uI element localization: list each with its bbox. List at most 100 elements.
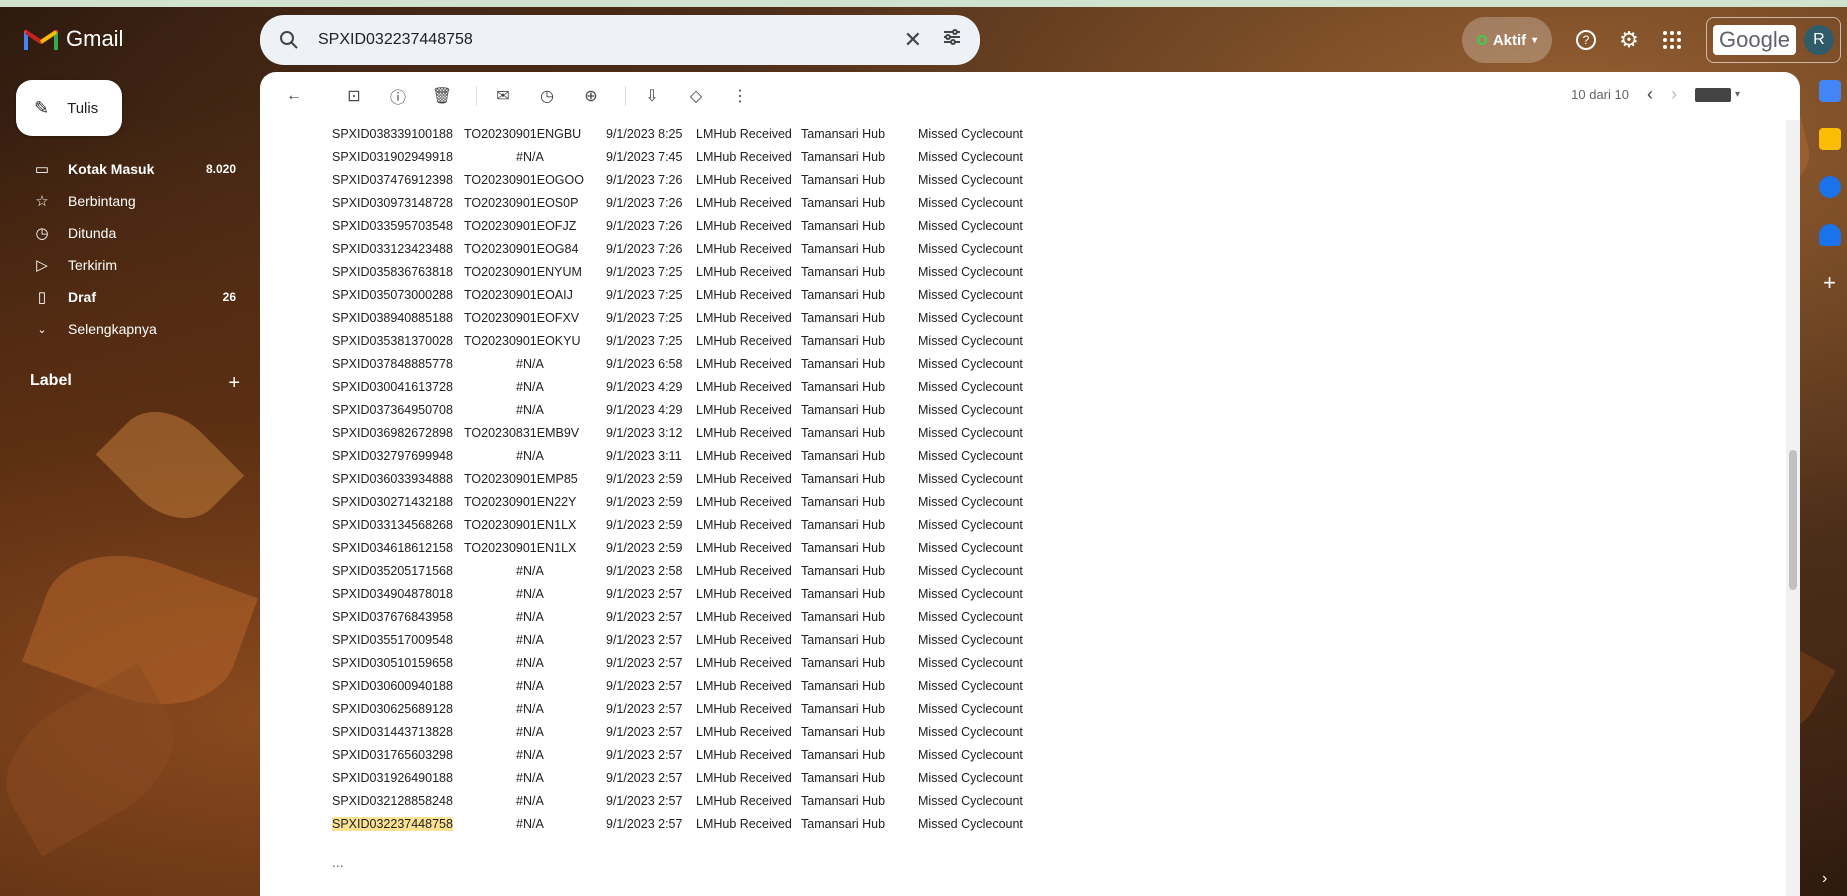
table-cell: SPXID035836763818 [332,264,453,279]
table-cell: #N/A [516,724,544,739]
table-cell: 9/1/2023 2:59 [606,471,683,486]
status-button[interactable]: Aktif ▾ [1462,17,1552,63]
table-row: SPXID031765603298 #N/A 9/1/2023 2:57 LMHub … [332,743,1038,766]
more-vert-icon[interactable]: ⋮ [722,78,758,114]
gear-icon[interactable]: ⚙ [1615,26,1643,54]
account-switcher[interactable]: Google R [1706,17,1841,63]
filter-options-icon[interactable] [942,27,962,53]
gmail-logo[interactable]: Gmail [24,26,123,52]
sidebar-item-label: Selengkapnya [68,321,157,337]
table-cell: TO20230901EOKYU [464,333,581,348]
table-cell: Tamansari Hub [801,747,886,762]
table-cell: SPXID032797699948 [332,448,453,463]
search-input[interactable]: SPXID032237448758 [318,31,884,49]
clock-icon: ◷ [35,225,49,242]
table-cell: LMHub Received [696,287,792,302]
keyboard-icon[interactable]: ▾ [1694,87,1740,102]
table-cell: LMHub Received [696,402,792,417]
table-cell: LMHub Received [696,172,792,187]
add-task-icon[interactable]: ⊕ [573,78,609,114]
table-cell: #N/A [516,586,544,601]
sidebar-nav: ▭ Kotak Masuk 8.020 ☆ Berbintang ◷ Ditun… [0,153,250,345]
table-cell: Tamansari Hub [801,241,886,256]
table-cell: Missed Cyclecount [918,471,1023,486]
table-cell: 9/1/2023 4:29 [606,379,683,394]
sidebar-item-label: Draf [68,289,97,305]
status-dot-icon [1476,35,1487,45]
keep-icon[interactable] [1818,128,1841,150]
sidebar-item-sent[interactable]: ▷ Terkirim [0,249,250,281]
table-row: SPXID030510159658 #N/A 9/1/2023 2:57 LMHub … [332,651,1038,674]
table-cell: Missed Cyclecount [918,494,1023,509]
star-icon: ☆ [35,193,49,210]
message-panel: ← ⊡ ⓘ 🗑 ✉ ◷ ⊕ ⇩ ◇ ⋮ 10 dari 10 ‹ › ▾ SPX… [260,72,1800,896]
table-cell: Missed Cyclecount [918,218,1023,233]
apps-grid-icon[interactable] [1658,26,1686,54]
avatar[interactable]: R [1803,25,1834,55]
table-cell: Tamansari Hub [801,540,886,555]
search-icon[interactable] [278,29,300,51]
table-cell: Tamansari Hub [801,471,886,486]
table-cell: SPXID034618612158 [332,540,453,555]
archive-icon[interactable]: ⊡ [336,78,372,114]
table-cell: 9/1/2023 2:57 [606,770,683,785]
mark-unread-icon[interactable]: ✉ [485,78,521,114]
move-to-icon[interactable]: ⇩ [634,78,670,114]
table-cell: Tamansari Hub [801,356,886,371]
table-cell: Tamansari Hub [801,310,886,325]
table-cell: Tamansari Hub [801,655,886,670]
table-cell: #N/A [516,609,544,624]
table-cell: SPXID037476912398 [332,172,453,187]
table-cell: LMHub Received [696,609,792,624]
sidebar-item-starred[interactable]: ☆ Berbintang [0,185,250,217]
table-cell: #N/A [516,747,544,762]
table-row: SPXID031926490188 #N/A 9/1/2023 2:57 LMHub … [332,766,1038,789]
sidebar-item-more[interactable]: ⌄ Selengkapnya [0,313,250,345]
contacts-icon[interactable] [1818,224,1841,246]
sidebar-item-inbox[interactable]: ▭ Kotak Masuk 8.020 [0,153,250,185]
sidebar-item-drafts[interactable]: ▯ Draf 26 [0,281,250,313]
table-cell: 9/1/2023 2:57 [606,747,683,762]
table-row: SPXID038940885188 TO20230901EOFXV 9/1/2023… [332,306,1038,329]
google-logo: Google [1713,25,1796,55]
table-cell: Tamansari Hub [801,172,886,187]
compose-button[interactable]: ✎ Tulis [16,80,122,136]
table-row: SPXID035836763818 TO20230901ENYUM 9/1/2023… [332,260,1038,283]
scrollbar[interactable] [1786,120,1800,896]
report-spam-icon[interactable]: ⓘ [380,78,416,114]
chevron-down-icon: ▾ [1532,34,1538,46]
scrollbar-thumb[interactable] [1789,450,1797,590]
sidebar-item-snoozed[interactable]: ◷ Ditunda [0,217,250,249]
table-cell: LMHub Received [696,770,792,785]
table-row: SPXID032797699948 #N/A 9/1/2023 3:11 LMHub … [332,444,1038,467]
chevron-right-icon[interactable]: › [1671,84,1677,105]
add-addon-icon[interactable]: + [1819,272,1841,294]
trash-icon[interactable]: 🗑 [424,78,460,114]
table-cell: Tamansari Hub [801,425,886,440]
table-cell: Missed Cyclecount [918,356,1023,371]
table-row: SPXID035381370028 TO20230901EOKYU 9/1/2023… [332,329,1038,352]
snooze-clock-icon[interactable]: ◷ [529,78,565,114]
close-icon[interactable]: ✕ [904,27,922,53]
back-arrow-icon[interactable]: ← [276,78,312,114]
table-cell: LMHub Received [696,747,792,762]
table-cell: SPXID031443713828 [332,724,453,739]
add-label-icon[interactable]: + [228,372,240,395]
trimmed-content-toggle[interactable]: ... [332,854,344,870]
table-cell: TO20230901ENGBU [464,126,582,141]
status-label: Aktif [1492,31,1527,49]
table-cell: Missed Cyclecount [918,770,1023,785]
calendar-icon[interactable] [1818,80,1841,102]
help-icon[interactable]: ? [1572,26,1600,54]
table-cell: 9/1/2023 2:57 [606,586,683,601]
chevron-left-icon[interactable]: ‹ [1647,84,1653,105]
table-cell: Tamansari Hub [801,517,886,532]
table-cell: 9/1/2023 2:57 [606,655,683,670]
tasks-icon[interactable] [1818,176,1841,198]
sidebar-item-count: 8.020 [205,162,236,176]
label-tag-icon[interactable]: ◇ [678,78,714,114]
search-bar[interactable]: SPXID032237448758 ✕ [260,15,980,65]
search-highlight: SPXID032237448758 [332,816,453,831]
expand-side-panel-icon[interactable]: › [1822,870,1827,888]
table-cell: SPXID036033934888 [332,471,453,486]
